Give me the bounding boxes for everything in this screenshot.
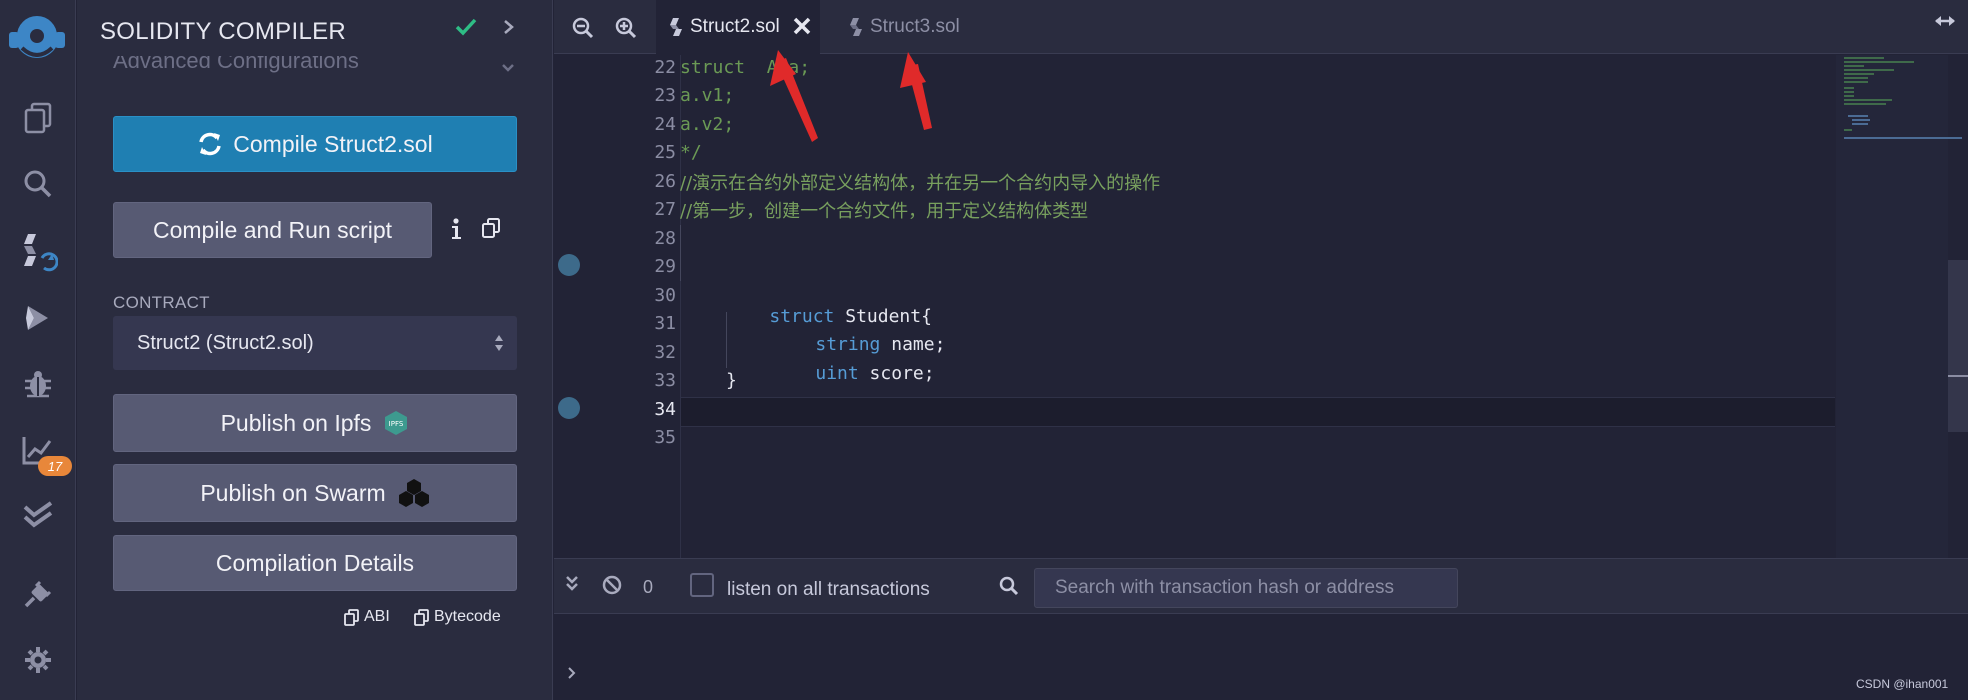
test-icon[interactable] xyxy=(18,496,58,536)
compile-run-script-label: Compile and Run script xyxy=(152,216,393,243)
code-comment-line: //演示在合约外部定义结构体，并在另一个合约内导入的操作 xyxy=(680,173,1161,194)
copy-abi-button[interactable]: ABI xyxy=(344,608,390,626)
collapse-terminal-icon[interactable] xyxy=(565,575,579,598)
remix-ide: 17 SOLIDITY COMPILER Advanced Configurat… xyxy=(0,0,1968,700)
listen-all-label: listen on all transactions xyxy=(727,579,930,600)
line-number: 31 xyxy=(654,313,676,334)
publish-ipfs-label: Publish on Ipfs xyxy=(220,409,372,436)
contract-select-value: Struct2 (Struct2.sol) xyxy=(137,331,314,354)
copy-icon[interactable] xyxy=(482,218,500,243)
transaction-search-input[interactable] xyxy=(1034,568,1458,608)
code-line: a.v2; xyxy=(680,114,735,135)
copy-icon xyxy=(414,608,429,626)
copy-icon xyxy=(344,608,359,626)
terminal-prompt-icon[interactable] xyxy=(567,666,577,685)
code-text: score; xyxy=(858,363,935,384)
info-icon[interactable] xyxy=(450,218,462,245)
search-icon xyxy=(999,576,1019,601)
line-number: 33 xyxy=(654,370,676,391)
line-number: 26 xyxy=(654,171,676,192)
editor-scrollbar[interactable] xyxy=(1948,260,1968,432)
editor-tab-bar: Struct2.sol Struct3.sol xyxy=(554,0,1968,54)
solidity-compiler-icon[interactable] xyxy=(18,232,58,272)
panel-title: SOLIDITY COMPILER xyxy=(100,18,347,45)
contract-select[interactable]: Struct2 (Struct2.sol) xyxy=(113,316,517,370)
line-number: 27 xyxy=(654,199,676,220)
breakpoint-marker[interactable] xyxy=(558,254,580,276)
swarm-logo-icon xyxy=(398,478,430,508)
file-explorer-icon[interactable] xyxy=(18,98,58,138)
plugin-manager-icon[interactable] xyxy=(18,574,58,614)
solidity-compiler-panel: SOLIDITY COMPILER Advanced Configuration… xyxy=(77,0,553,700)
compile-button-label: Compile Struct2.sol xyxy=(233,130,433,157)
bytecode-label: Bytecode xyxy=(434,608,501,625)
expand-panel-icon[interactable] xyxy=(1934,14,1956,33)
svg-text:IPFS: IPFS xyxy=(389,420,404,428)
remix-logo[interactable] xyxy=(4,6,70,68)
tab-label: Struct3.sol xyxy=(870,16,960,37)
settings-icon[interactable] xyxy=(18,640,58,680)
chevron-down-icon[interactable] xyxy=(501,60,515,78)
icon-rail: 17 xyxy=(0,0,76,700)
solidity-file-icon xyxy=(850,17,862,37)
code-comment-line: //第一步，创建一个合约文件，用于定义结构体类型 xyxy=(680,201,1089,222)
debugger-icon[interactable] xyxy=(18,364,58,404)
deploy-run-icon[interactable] xyxy=(18,298,58,338)
code-line: a.v1; xyxy=(680,85,735,106)
publish-swarm-label: Publish on Swarm xyxy=(200,479,386,506)
code-line: */ xyxy=(680,142,702,163)
line-number: 30 xyxy=(654,285,676,306)
line-number: 35 xyxy=(654,427,676,448)
zoom-in-icon[interactable] xyxy=(615,17,637,44)
pending-tx-count: 0 xyxy=(643,577,654,597)
line-number: 25 xyxy=(654,142,676,163)
abi-label: ABI xyxy=(364,608,390,625)
search-icon[interactable] xyxy=(18,164,58,204)
code-line: struct A a; xyxy=(680,57,811,78)
line-number: 23 xyxy=(654,85,676,106)
publish-ipfs-button[interactable]: Publish on Ipfs IPFS xyxy=(113,394,517,452)
tab-struct2[interactable]: Struct2.sol xyxy=(656,0,820,54)
select-arrows-icon xyxy=(493,332,505,360)
line-number: 29 xyxy=(654,256,676,277)
breakpoint-marker[interactable] xyxy=(558,397,580,419)
line-number: 24 xyxy=(654,114,676,135)
minimap[interactable] xyxy=(1836,55,1962,558)
contract-label: CONTRACT xyxy=(113,293,210,312)
solidity-file-icon xyxy=(670,17,682,37)
close-tab-icon[interactable] xyxy=(792,16,812,42)
copy-bytecode-button[interactable]: Bytecode xyxy=(414,608,501,626)
notification-badge: 17 xyxy=(38,456,72,476)
code-line: } xyxy=(726,370,737,391)
zoom-out-icon[interactable] xyxy=(572,17,594,44)
advanced-configurations-toggle[interactable]: Advanced Configurations xyxy=(113,56,359,76)
line-number: 28 xyxy=(654,228,676,249)
compile-button[interactable]: Compile Struct2.sol xyxy=(113,116,517,172)
compile-run-script-button[interactable]: Compile and Run script xyxy=(113,202,432,258)
listen-all-checkbox[interactable] xyxy=(690,573,714,597)
tab-label: Struct2.sol xyxy=(690,16,780,37)
chevron-right-icon[interactable] xyxy=(502,18,516,41)
indent-guide xyxy=(680,225,681,281)
publish-swarm-button[interactable]: Publish on Swarm xyxy=(113,464,517,522)
compilation-details-button[interactable]: Compilation Details xyxy=(113,535,517,591)
watermark: CSDN @ihan001 xyxy=(1856,677,1949,691)
compilation-details-label: Compilation Details xyxy=(215,549,415,576)
refresh-icon xyxy=(197,132,223,156)
tab-struct3[interactable]: Struct3.sol xyxy=(840,0,980,54)
line-number: 32 xyxy=(654,342,676,363)
ipfs-logo-icon: IPFS xyxy=(383,410,409,436)
check-icon xyxy=(455,16,477,43)
code-line: uint score; xyxy=(772,342,935,405)
line-number: 22 xyxy=(654,57,676,78)
clear-console-icon[interactable] xyxy=(602,575,622,600)
scrollbar-marker xyxy=(1948,375,1968,377)
line-number: 34 xyxy=(654,399,676,420)
keyword: uint xyxy=(815,363,859,384)
